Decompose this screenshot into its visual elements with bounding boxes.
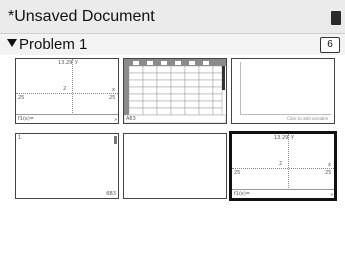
page-count-badge: 6 [320, 37, 340, 53]
tick-label: 2 [63, 86, 67, 92]
line-number: 1 [18, 135, 22, 141]
spreadsheet-grid [124, 59, 226, 123]
cell-reference: A63 [126, 116, 136, 122]
y-axis-label: y [291, 134, 294, 140]
y-axis-label: y [75, 59, 78, 65]
problem-header[interactable]: Problem 1 6 [0, 34, 345, 55]
y-max-label: 13.29 [58, 60, 73, 66]
y-max-label: 13.29 [274, 135, 289, 141]
corner-value: 6B3 [106, 191, 116, 197]
y-axis [288, 134, 289, 190]
plot-area [240, 62, 331, 115]
function-entry-label: f1(x)= [18, 116, 34, 122]
battery-icon [331, 11, 341, 25]
x-axis-label: x [328, 162, 331, 168]
scrollbar[interactable] [114, 136, 117, 144]
x-min-label: 25 [18, 95, 25, 101]
page-thumbnail-5-blank[interactable] [123, 133, 227, 199]
x-axis [16, 93, 118, 94]
page-thumbnail-6-graph[interactable]: 13.29 y 2 25 x 25 f1(x)= » [229, 131, 337, 201]
collapse-triangle-icon[interactable] [7, 39, 17, 47]
function-entry-line[interactable]: f1(x)= » [16, 114, 118, 123]
page-thumbnail-4-notes[interactable]: 1 6B3 [15, 133, 119, 199]
y-axis [72, 59, 73, 115]
page-thumbnail-2-spreadsheet[interactable]: A63 [123, 58, 227, 124]
x-max-label: 25 [325, 170, 332, 176]
x-axis [232, 168, 334, 169]
title-bar: *Unsaved Document [0, 0, 345, 34]
tick-label: 2 [279, 161, 283, 167]
document-title: *Unsaved Document [8, 8, 155, 25]
expand-icon[interactable]: » [330, 192, 333, 198]
x-max-label: 25 [109, 95, 116, 101]
page-thumbnail-1-graph[interactable]: 13.29 y 2 25 x 25 f1(x)= » [15, 58, 119, 124]
function-entry-label: f1(x)= [234, 191, 250, 197]
x-axis-label: x [112, 87, 115, 93]
expand-icon[interactable]: » [114, 117, 117, 123]
page-thumbnail-3-data-stats[interactable]: Click to add variable [231, 58, 335, 124]
add-variable-hint[interactable]: Click to add variable [287, 116, 328, 121]
problem-title: Problem 1 [19, 36, 88, 53]
x-min-label: 25 [234, 170, 241, 176]
function-entry-line[interactable]: f1(x)= » [232, 189, 334, 198]
